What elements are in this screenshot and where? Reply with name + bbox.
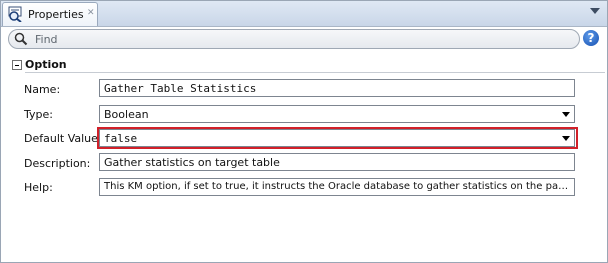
type-select-value: Boolean	[104, 108, 149, 121]
tab-properties[interactable]: Properties ✕	[2, 2, 98, 26]
chevron-down-icon[interactable]	[562, 112, 570, 117]
section-title: Option	[25, 58, 67, 71]
search-icon	[14, 32, 28, 46]
properties-panel: Properties ✕ ? Option Name: Gather Table…	[0, 0, 608, 263]
type-label: Type:	[24, 108, 53, 121]
tab-properties-label: Properties	[28, 8, 84, 21]
help-field[interactable]: This KM option, if set to true, it instr…	[99, 178, 575, 196]
highlight-box	[97, 127, 578, 149]
panel-menu-arrow-icon[interactable]	[590, 8, 600, 14]
search-input[interactable]	[35, 31, 565, 47]
name-label: Name:	[24, 83, 61, 96]
properties-icon	[8, 6, 22, 22]
description-field[interactable]: Gather statistics on target table	[99, 153, 575, 171]
search-box[interactable]	[8, 29, 580, 49]
type-select[interactable]: Boolean	[99, 105, 575, 123]
default-value-label: Default Value:	[24, 132, 102, 145]
tab-bar: Properties ✕	[1, 1, 607, 27]
close-icon[interactable]: ✕	[87, 8, 95, 18]
collapse-section-icon[interactable]	[12, 60, 22, 70]
help-label: Help:	[24, 181, 53, 194]
help-icon[interactable]: ?	[583, 30, 599, 46]
name-field[interactable]: Gather Table Statistics	[99, 79, 575, 97]
section-divider	[25, 72, 605, 73]
description-label: Description:	[24, 157, 91, 170]
